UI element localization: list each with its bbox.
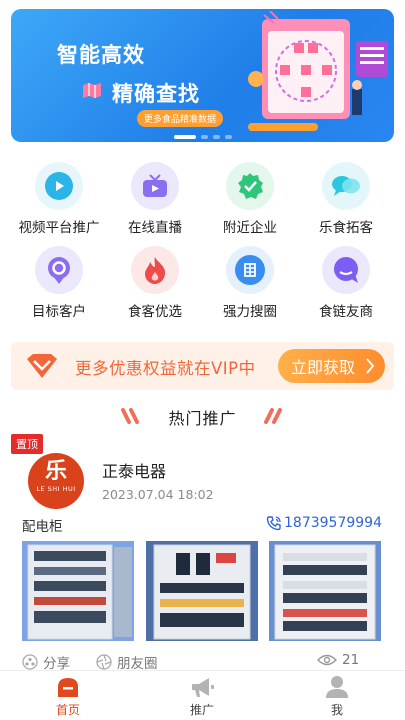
banner-dot[interactable]: [213, 135, 220, 139]
calculator-illustration: [248, 11, 388, 131]
moments-label: 朋友圈: [117, 656, 158, 672]
flame-icon: [145, 257, 166, 284]
tab-me[interactable]: 我: [297, 675, 377, 718]
grid-item-nearby-companies[interactable]: 附近企业: [202, 162, 298, 236]
banner-headline-2: 精确查找: [112, 82, 200, 106]
bottom-tab-bar: 首页 推广 我: [0, 670, 405, 720]
home-icon: [58, 678, 78, 697]
logo-char: 乐: [44, 459, 67, 484]
banner-dot-active[interactable]: [174, 135, 196, 139]
electrical-cabinet-image: [146, 541, 258, 641]
grid-item-lokshi-acquisition[interactable]: 乐食拓客: [298, 162, 394, 236]
search-circle-icon: [244, 263, 256, 277]
grid-item-target-customers[interactable]: 目标客户: [11, 246, 107, 320]
chevron-right-icon: [366, 358, 375, 374]
grid-item-label: 食客优选: [128, 304, 182, 320]
banner-pill[interactable]: 更多食品精准数据: [137, 110, 224, 127]
chat-bubble-icon: [334, 257, 358, 283]
view-count: 21: [317, 652, 359, 668]
grid-item-label: 在线直播: [128, 220, 182, 236]
slash-decoration-icon: [264, 408, 282, 424]
post-photo[interactable]: [22, 541, 134, 641]
grid-item-live-stream[interactable]: 在线直播: [107, 162, 203, 236]
post-photo[interactable]: [269, 541, 381, 641]
tab-me-label: 我: [330, 703, 343, 717]
grid-item-video-promotion[interactable]: 视频平台推广: [11, 162, 107, 236]
banner-pagination: [174, 135, 232, 139]
phone-number: 18739579994: [284, 515, 382, 531]
post-category: 配电柜: [22, 519, 63, 535]
post-actions: 分享 朋友圈 21: [0, 652, 405, 672]
tab-home[interactable]: 首页: [28, 675, 108, 718]
grid-item-label: 附近企业: [223, 220, 277, 236]
phone-icon: [266, 516, 281, 531]
grid-item-diner-picks[interactable]: 食客优选: [107, 246, 203, 320]
banner-headline-1: 智能高效: [57, 43, 145, 67]
logo-subtext: LE SHI HUI: [36, 485, 76, 493]
badge-check-icon: [238, 173, 263, 199]
grid-item-label: 食链友商: [319, 304, 373, 320]
banner-dot[interactable]: [201, 135, 208, 139]
grid-item-label: 视频平台推广: [18, 220, 100, 236]
vip-text: 更多优惠权益就在VIP中: [75, 359, 256, 378]
grid-item-power-search[interactable]: 强力搜圈: [202, 246, 298, 320]
location-target-icon: [48, 257, 70, 284]
share-button[interactable]: 分享: [22, 652, 70, 672]
tab-promote-label: 推广: [189, 703, 214, 717]
map-icon: [83, 83, 101, 98]
section-heading: 热门推广: [0, 405, 405, 429]
megaphone-icon: [192, 678, 214, 697]
grid-item-label: 乐食拓客: [319, 220, 373, 236]
promo-banner[interactable]: 智能高效 精确查找 更多食品精准数据: [11, 9, 394, 142]
pinned-badge: 置顶: [11, 434, 43, 454]
banner-dot[interactable]: [225, 135, 232, 139]
get-vip-button[interactable]: 立即获取: [278, 349, 385, 383]
grid-item-food-chain-partners[interactable]: 食链友商: [298, 246, 394, 320]
video-play-icon: [56, 181, 64, 191]
vip-diamond-icon: [27, 354, 57, 378]
vip-promo-bar[interactable]: 更多优惠权益就在VIP中 立即获取: [11, 342, 394, 390]
eye-icon: [317, 654, 337, 666]
grid-item-label: 强力搜圈: [223, 304, 277, 320]
electrical-cabinet-image: [22, 541, 134, 641]
slash-decoration-icon: [121, 408, 139, 424]
aperture-icon: [96, 654, 112, 670]
share-icon: [22, 654, 38, 670]
phone-link[interactable]: 18739579994: [266, 515, 382, 531]
user-icon: [326, 676, 348, 698]
tab-home-label: 首页: [55, 703, 80, 717]
electrical-cabinet-image: [269, 541, 381, 641]
tab-promote[interactable]: 推广: [162, 675, 242, 718]
tv-live-icon: [143, 174, 167, 197]
get-vip-button-label: 立即获取: [291, 358, 356, 377]
section-title: 热门推广: [168, 409, 237, 428]
chat-bubbles-icon: [332, 176, 360, 196]
share-label: 分享: [43, 656, 70, 672]
company-logo[interactable]: 乐 LE SHI HUI: [28, 453, 84, 509]
post-photo[interactable]: [146, 541, 258, 641]
grid-item-label: 目标客户: [32, 304, 86, 320]
post-date: 2023.07.04 18:02: [102, 487, 214, 502]
view-count-value: 21: [342, 652, 360, 668]
company-name[interactable]: 正泰电器: [102, 458, 166, 482]
moments-button[interactable]: 朋友圈: [96, 652, 158, 672]
